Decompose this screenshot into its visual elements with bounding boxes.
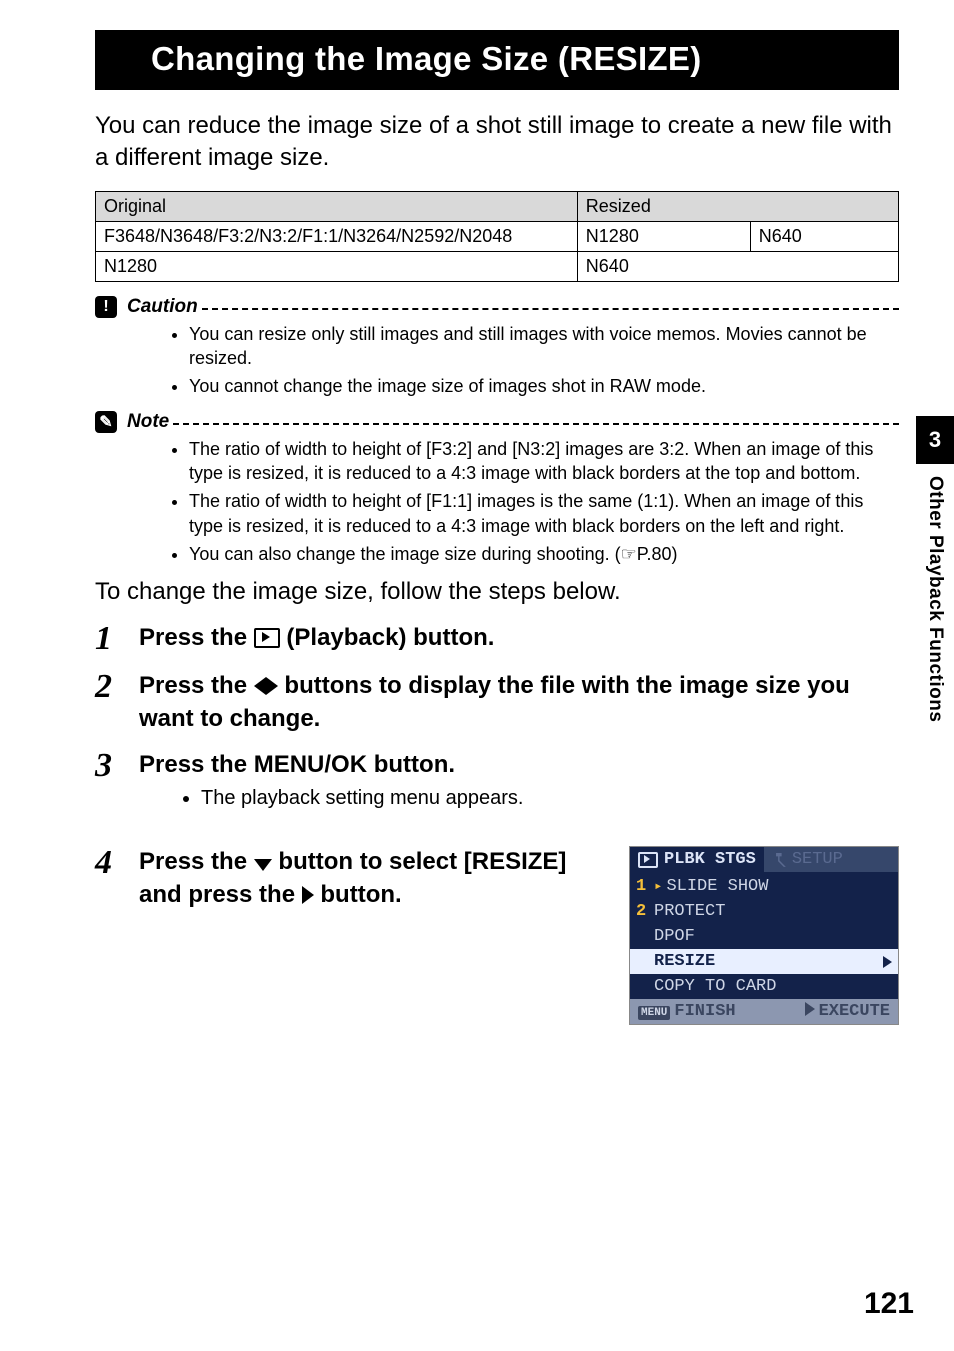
execute-label: EXECUTE	[819, 1002, 890, 1021]
right-arrow-icon	[302, 886, 314, 904]
step-3: 3 Press the MENU/OK button. The playback…	[95, 749, 899, 832]
menu-item-protect[interactable]: 2 PROTECT	[630, 899, 898, 924]
step-body: Press the buttons to display the file wi…	[139, 670, 899, 735]
section-heading: Changing the Image Size (RESIZE)	[95, 30, 899, 90]
menu-index: 1	[636, 877, 648, 896]
caution-heading: ! Caution	[95, 296, 899, 318]
step-text: Press the	[139, 624, 254, 651]
chapter-number: 3	[916, 416, 954, 464]
step-number: 1	[95, 622, 139, 656]
step-number: 4	[95, 846, 139, 880]
step-body: Press the MENU/OK button. The playback s…	[139, 749, 899, 832]
caution-icon: !	[95, 296, 117, 318]
wrench-icon	[772, 853, 786, 867]
menu-item-dpof[interactable]: DPOF	[630, 924, 898, 949]
step-sub-list: The playback setting menu appears.	[139, 785, 899, 812]
menu-bottom-bar: MENU FINISH EXECUTE	[630, 999, 898, 1024]
playback-icon	[638, 852, 658, 868]
step-text: (Playback) button.	[286, 624, 494, 651]
dash-rule	[173, 411, 899, 425]
step-text: Press the	[139, 672, 254, 699]
step-text: button.	[320, 881, 401, 908]
note-heading: ✎ Note	[95, 411, 899, 433]
table-row: N1280 N640	[96, 251, 899, 281]
step-4: 4 Press the button to select [RESIZE] an…	[95, 846, 899, 1025]
caret-icon: ▸	[654, 878, 662, 895]
page-number: 121	[864, 1287, 914, 1321]
step-body: Press the button to select [RESIZE] and …	[139, 846, 599, 911]
cell-original: F3648/N3648/F3:2/N3:2/F1:1/N3264/N2592/N…	[96, 221, 578, 251]
execute-hint: EXECUTE	[805, 1002, 890, 1021]
note-label: Note	[127, 411, 169, 433]
chevron-right-icon	[883, 956, 892, 968]
menu-label: DPOF	[654, 927, 695, 946]
menu-item-copy[interactable]: COPY TO CARD	[630, 974, 898, 999]
side-label: Other Playback Functions	[924, 476, 946, 722]
heading-title: Changing the Image Size (RESIZE)	[141, 30, 899, 90]
list-item: The playback setting menu appears.	[201, 785, 899, 812]
menu-item-slideshow[interactable]: 1 ▸ SLIDE SHOW	[630, 874, 898, 899]
side-tab: 3 Other Playback Functions	[916, 416, 954, 722]
down-arrow-icon	[254, 859, 272, 871]
menu-screenshot: PLBK STGS SETUP 1 ▸ SLIDE SHOW 2	[629, 846, 899, 1025]
cell-resized: N640	[577, 251, 898, 281]
menu-index: 2	[636, 902, 648, 921]
tab-label: PLBK STGS	[664, 850, 756, 869]
tab-setup[interactable]: SETUP	[764, 847, 851, 872]
menu-body: 1 ▸ SLIDE SHOW 2 PROTECT DPOF RESIZE	[630, 872, 898, 999]
note-icon: ✎	[95, 411, 117, 433]
caution-label: Caution	[127, 296, 198, 318]
step-text: Press the MENU/OK button.	[139, 751, 455, 778]
menu-label: RESIZE	[654, 952, 715, 971]
execute-arrow-icon	[805, 1002, 815, 1016]
right-arrow-icon	[266, 677, 278, 695]
heading-accent-block	[95, 30, 141, 90]
resize-table: Original Resized F3648/N3648/F3:2/N3:2/F…	[95, 191, 899, 282]
list-item: The ratio of width to height of [F3:2] a…	[189, 437, 899, 486]
step-number: 2	[95, 670, 139, 704]
cell-original: N1280	[96, 251, 578, 281]
menu-tabs: PLBK STGS SETUP	[630, 847, 898, 872]
menu-label: PROTECT	[654, 902, 725, 921]
tab-playback-settings[interactable]: PLBK STGS	[630, 847, 764, 872]
table-row: F3648/N3648/F3:2/N3:2/F1:1/N3264/N2592/N…	[96, 221, 899, 251]
step-text: Press the	[139, 848, 254, 875]
list-item: You cannot change the image size of imag…	[189, 374, 899, 398]
step-1: 1 Press the (Playback) button.	[95, 622, 899, 656]
cell-resized: N640	[750, 221, 898, 251]
dash-rule	[202, 296, 899, 310]
th-resized: Resized	[577, 191, 898, 221]
list-item: You can also change the image size durin…	[189, 542, 899, 566]
list-item: You can resize only still images and sti…	[189, 322, 899, 371]
note-list: The ratio of width to height of [F3:2] a…	[149, 437, 899, 566]
intro-paragraph: You can reduce the image size of a shot …	[95, 110, 899, 175]
step-number: 3	[95, 749, 139, 783]
step-2: 2 Press the buttons to display the file …	[95, 670, 899, 735]
cell-resized: N1280	[577, 221, 750, 251]
th-original: Original	[96, 191, 578, 221]
menu-item-resize[interactable]: RESIZE	[630, 949, 898, 974]
follow-text: To change the image size, follow the ste…	[95, 578, 899, 606]
caution-list: You can resize only still images and sti…	[149, 322, 899, 399]
menu-label: COPY TO CARD	[654, 977, 776, 996]
playback-icon	[254, 628, 280, 648]
step-body: Press the (Playback) button.	[139, 622, 899, 654]
menu-tag: MENU	[638, 1006, 670, 1020]
tab-label: SETUP	[792, 850, 843, 869]
finish-hint: MENU FINISH	[638, 1002, 736, 1021]
left-arrow-icon	[254, 677, 266, 695]
menu-label: SLIDE SHOW	[666, 877, 768, 896]
finish-label: FINISH	[674, 1002, 735, 1021]
list-item: The ratio of width to height of [F1:1] i…	[189, 489, 899, 538]
